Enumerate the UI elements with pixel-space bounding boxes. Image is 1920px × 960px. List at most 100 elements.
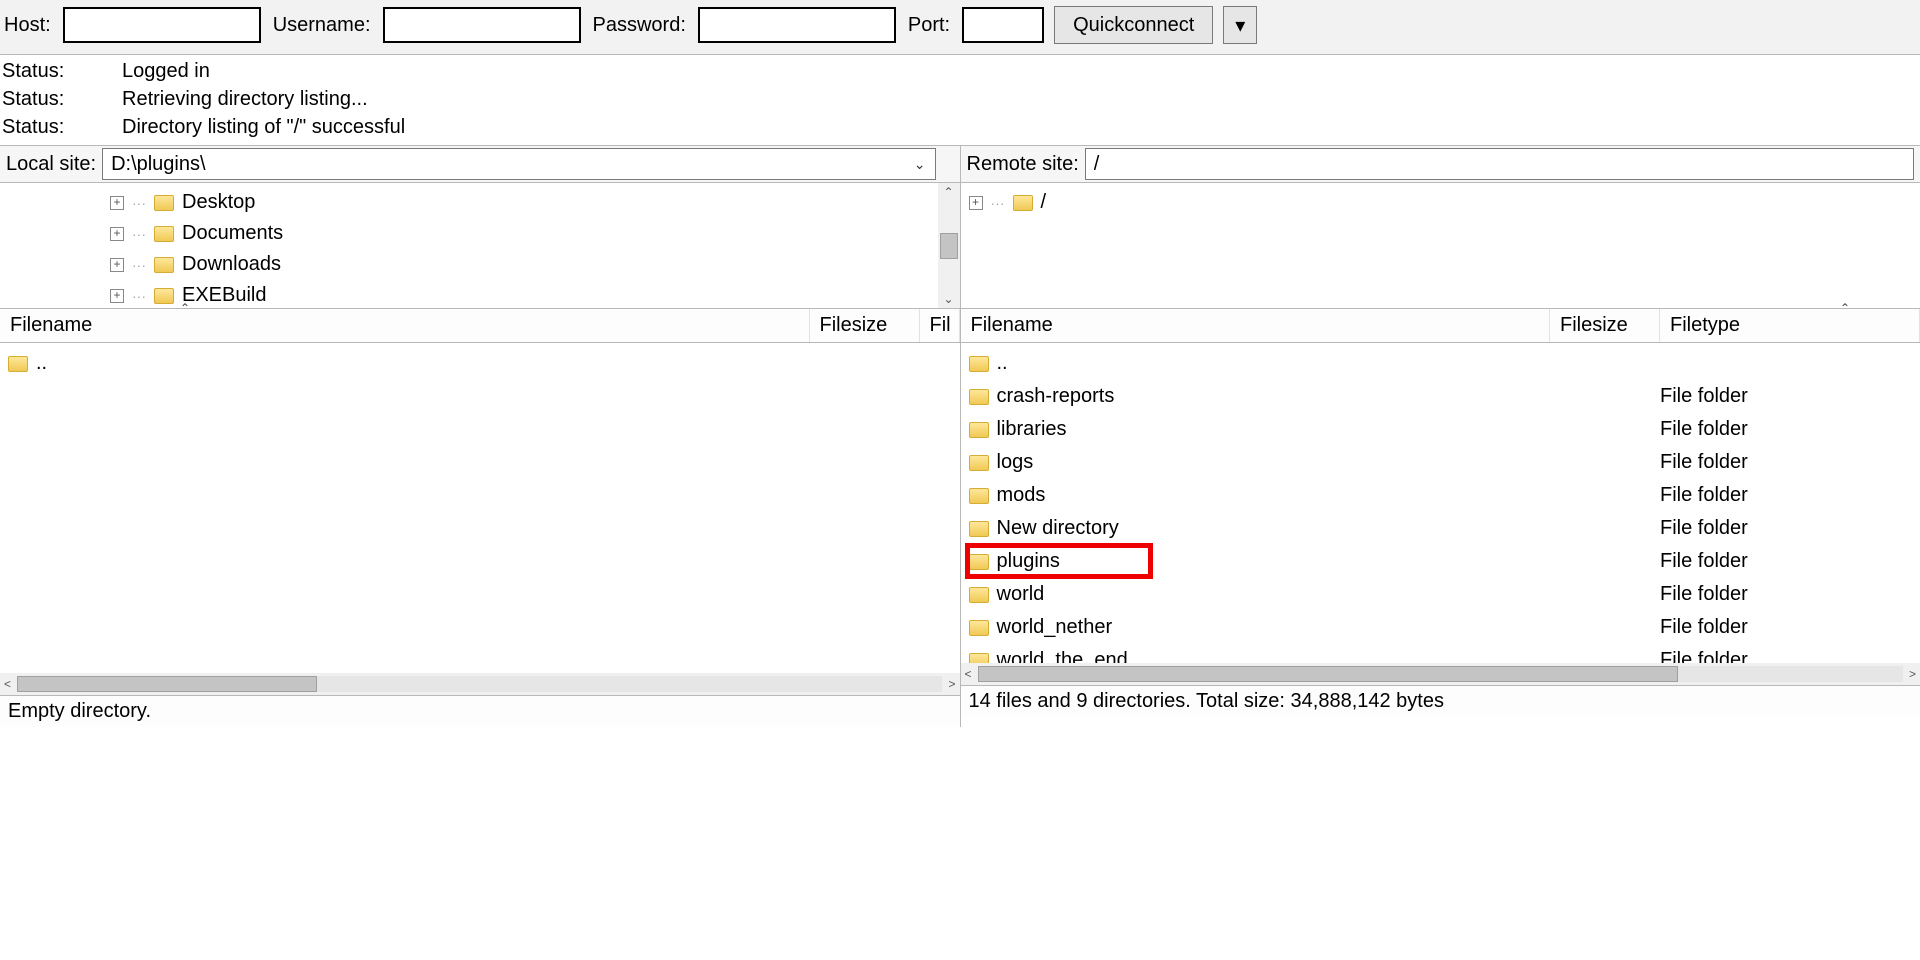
folder-icon bbox=[969, 389, 989, 405]
col-filename-label: Filename bbox=[10, 314, 92, 337]
scroll-track[interactable] bbox=[17, 676, 942, 692]
local-hscrollbar[interactable]: < > bbox=[0, 673, 960, 695]
quickconnect-button[interactable]: Quickconnect bbox=[1054, 6, 1213, 44]
file-type: File folder bbox=[1660, 649, 1920, 663]
scroll-thumb[interactable] bbox=[940, 233, 958, 259]
scroll-up-icon[interactable]: ⌃ bbox=[943, 183, 953, 201]
col-filename[interactable]: Filename bbox=[961, 309, 1551, 342]
log-row: Status: Directory listing of "/" success… bbox=[2, 113, 1918, 141]
file-name: .. bbox=[36, 352, 960, 375]
col-filename[interactable]: Filename ⌃ bbox=[0, 309, 810, 342]
scroll-right-icon[interactable]: > bbox=[1909, 667, 1916, 681]
list-item[interactable]: world File folder bbox=[961, 578, 1920, 611]
tree-connector: ··· bbox=[132, 195, 146, 211]
file-name: mods bbox=[997, 484, 1551, 507]
remote-pane: Remote site: + ··· / Filename Filesize F… bbox=[961, 146, 1920, 727]
folder-icon bbox=[969, 653, 989, 664]
file-type: File folder bbox=[1660, 550, 1920, 573]
expander-icon[interactable]: + bbox=[110, 227, 124, 241]
list-item[interactable]: logsFile folder bbox=[961, 446, 1920, 479]
tree-label: Downloads bbox=[182, 253, 281, 276]
tree-label: Documents bbox=[182, 222, 283, 245]
list-item[interactable]: modsFile folder bbox=[961, 479, 1920, 512]
quickconnect-dropdown[interactable]: ▾ bbox=[1223, 6, 1257, 44]
tree-item-desktop[interactable]: + ··· Desktop bbox=[110, 187, 960, 218]
file-name: libraries bbox=[997, 418, 1551, 441]
remote-hscrollbar[interactable]: < > bbox=[961, 663, 1920, 685]
list-item[interactable]: world_nether File folder bbox=[961, 611, 1920, 644]
list-item[interactable]: .. bbox=[961, 347, 1920, 380]
file-type: File folder bbox=[1660, 451, 1920, 474]
file-name: world bbox=[997, 583, 1551, 606]
local-site-label: Local site: bbox=[6, 153, 96, 176]
folder-icon bbox=[969, 620, 989, 636]
col-filetype[interactable]: Fil bbox=[920, 309, 960, 342]
tree-item-downloads[interactable]: + ··· Downloads bbox=[110, 249, 960, 280]
log-row: Status: Retrieving directory listing... bbox=[2, 85, 1918, 113]
remote-tree[interactable]: + ··· / bbox=[961, 183, 1920, 309]
file-type: File folder bbox=[1660, 583, 1920, 606]
folder-icon bbox=[969, 521, 989, 537]
file-name: New directory bbox=[997, 517, 1551, 540]
scroll-left-icon[interactable]: < bbox=[4, 677, 11, 691]
list-item[interactable]: crash-reportsFile folder bbox=[961, 380, 1920, 413]
expander-icon[interactable]: + bbox=[110, 258, 124, 272]
local-file-list[interactable]: .. bbox=[0, 343, 960, 673]
local-path-input[interactable] bbox=[102, 148, 936, 180]
remote-path-input[interactable] bbox=[1085, 148, 1914, 180]
expander-icon[interactable]: + bbox=[110, 196, 124, 210]
log-label: Status: bbox=[2, 113, 122, 141]
tree-connector: ··· bbox=[132, 257, 146, 273]
log-message: Logged in bbox=[122, 57, 210, 85]
connection-bar: Host: Username: Password: Port: Quickcon… bbox=[0, 0, 1920, 55]
expander-icon[interactable]: + bbox=[969, 196, 983, 210]
remote-status: 14 files and 9 directories. Total size: … bbox=[961, 685, 1920, 717]
tree-connector: ··· bbox=[991, 195, 1005, 211]
folder-icon bbox=[969, 356, 989, 372]
col-filesize-label: Filesize bbox=[1560, 314, 1628, 337]
scroll-left-icon[interactable]: < bbox=[965, 667, 972, 681]
expander-icon[interactable]: + bbox=[110, 289, 124, 303]
tree-label: / bbox=[1041, 191, 1047, 214]
remote-sitebar: Remote site: bbox=[961, 146, 1920, 183]
scroll-down-icon[interactable]: ⌄ bbox=[943, 290, 953, 308]
log-message: Retrieving directory listing... bbox=[122, 85, 368, 113]
panes: Local site: ⌄ + ··· Desktop + ··· Docume… bbox=[0, 146, 1920, 727]
local-status: Empty directory. bbox=[0, 695, 960, 727]
scroll-right-icon[interactable]: > bbox=[948, 677, 955, 691]
scroll-track[interactable] bbox=[978, 666, 1903, 682]
list-item[interactable]: pluginsFile folder bbox=[961, 545, 1920, 578]
file-name: crash-reports bbox=[997, 385, 1551, 408]
list-item[interactable]: New directoryFile folder bbox=[961, 512, 1920, 545]
col-filesize[interactable]: Filesize bbox=[1550, 309, 1660, 342]
port-input[interactable] bbox=[962, 7, 1044, 43]
remote-file-list[interactable]: ..crash-reportsFile folderlibrariesFile … bbox=[961, 343, 1920, 663]
col-filetype[interactable]: Filetype ⌃ bbox=[1660, 309, 1920, 342]
col-filesize[interactable]: Filesize bbox=[810, 309, 920, 342]
sort-indicator-icon: ⌃ bbox=[1840, 301, 1850, 315]
scroll-thumb[interactable] bbox=[978, 666, 1678, 682]
port-label: Port: bbox=[908, 14, 950, 37]
username-input[interactable] bbox=[383, 7, 581, 43]
log-label: Status: bbox=[2, 57, 122, 85]
host-input[interactable] bbox=[63, 7, 261, 43]
password-input[interactable] bbox=[698, 7, 896, 43]
folder-icon bbox=[154, 195, 174, 211]
folder-icon bbox=[8, 356, 28, 372]
log-label: Status: bbox=[2, 85, 122, 113]
folder-icon bbox=[969, 554, 989, 570]
scroll-thumb[interactable] bbox=[17, 676, 317, 692]
col-filesize-label: Filesize bbox=[820, 314, 888, 337]
tree-item-exebuild[interactable]: + ··· EXEBuild bbox=[110, 280, 960, 309]
tree-item-documents[interactable]: + ··· Documents bbox=[110, 218, 960, 249]
folder-icon bbox=[969, 587, 989, 603]
list-item[interactable]: .. bbox=[0, 347, 960, 380]
list-item[interactable]: librariesFile folder bbox=[961, 413, 1920, 446]
local-tree-vscrollbar[interactable]: ⌃ ⌄ bbox=[938, 183, 960, 308]
file-name: world_nether bbox=[997, 616, 1551, 639]
list-item[interactable]: world_the_end File folder bbox=[961, 644, 1920, 663]
local-tree[interactable]: + ··· Desktop + ··· Documents + ··· Down… bbox=[0, 183, 960, 309]
tree-item-root[interactable]: + ··· / bbox=[961, 187, 1920, 218]
file-name: world_the_end bbox=[997, 649, 1551, 663]
file-type: File folder bbox=[1660, 616, 1920, 639]
